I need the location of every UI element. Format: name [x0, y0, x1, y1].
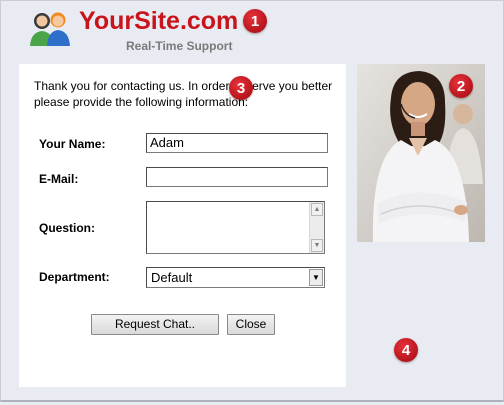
department-selected-value: Default — [151, 270, 193, 285]
support-people-logo-icon — [30, 12, 70, 46]
question-scrollbar[interactable]: ▲ ▼ — [309, 202, 324, 253]
scroll-up-arrow-icon[interactable]: ▲ — [311, 203, 323, 216]
callout-badge-4: 4 — [394, 338, 418, 362]
question-label: Question: — [39, 221, 95, 235]
intro-text: Thank you for contacting us. In order to… — [34, 79, 333, 109]
contact-form-panel: Thank you for contacting us. In order to… — [19, 64, 346, 387]
department-select[interactable]: Default ▼ — [146, 267, 325, 288]
name-label: Your Name: — [39, 137, 106, 151]
callout-badge-1: 1 — [243, 9, 267, 33]
question-textarea[interactable]: ▲ ▼ — [146, 201, 325, 254]
site-title: YourSite.com — [79, 7, 239, 35]
callout-badge-3: 3 — [229, 76, 253, 100]
support-window: YourSite.com Real-Time Support 1 Thank y… — [0, 0, 504, 402]
site-subtitle: Real-Time Support — [126, 39, 233, 53]
callout-badge-2: 2 — [449, 74, 473, 98]
email-label: E-Mail: — [39, 172, 79, 186]
email-input[interactable] — [146, 167, 328, 187]
name-input[interactable]: Adam — [146, 133, 328, 153]
department-label: Department: — [39, 270, 110, 284]
close-button[interactable]: Close — [227, 314, 275, 335]
chevron-down-icon[interactable]: ▼ — [309, 269, 323, 286]
request-chat-button[interactable]: Request Chat.. — [91, 314, 219, 335]
scroll-down-arrow-icon[interactable]: ▼ — [311, 239, 323, 252]
